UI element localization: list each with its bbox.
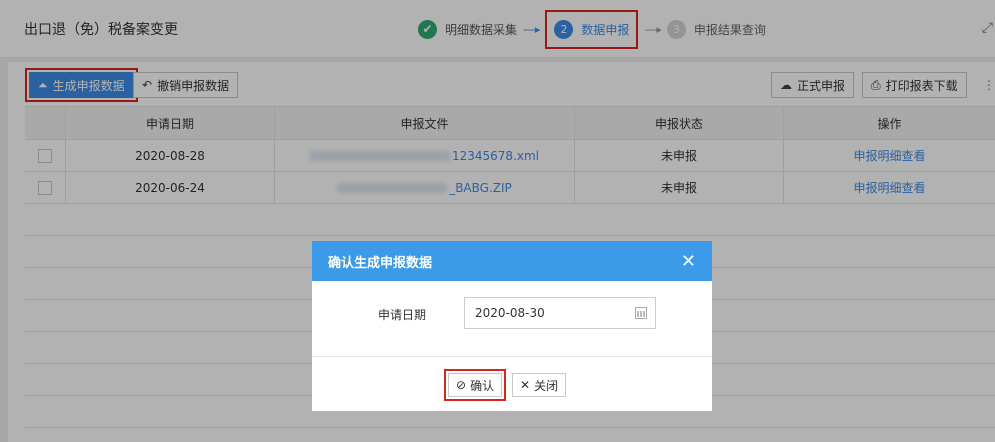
- apply-date-label: 申请日期: [378, 308, 427, 322]
- dialog-header: 确认生成申报数据 ✕: [312, 241, 712, 281]
- confirm-generate-dialog: 确认生成申报数据 ✕ 申请日期 2020-08-30 ⊘ 确认 ✕ 关闭: [312, 241, 712, 411]
- close-icon[interactable]: ✕: [681, 251, 696, 272]
- x-icon: ✕: [520, 378, 531, 392]
- confirm-label: 确认: [470, 378, 495, 393]
- check-circle-icon: ⊘: [456, 378, 467, 392]
- close-label: 关闭: [534, 378, 559, 393]
- dialog-body: 申请日期 2020-08-30: [312, 281, 712, 357]
- dialog-title: 确认生成申报数据: [328, 255, 433, 271]
- close-button[interactable]: ✕ 关闭: [512, 373, 567, 397]
- date-value: 2020-08-30: [475, 306, 545, 320]
- calendar-icon[interactable]: [635, 307, 647, 319]
- dialog-footer: ⊘ 确认 ✕ 关闭: [312, 357, 712, 411]
- confirm-button[interactable]: ⊘ 确认: [448, 373, 503, 397]
- apply-date-input[interactable]: 2020-08-30: [464, 297, 656, 329]
- confirm-button-highlight: ⊘ 确认: [444, 369, 507, 401]
